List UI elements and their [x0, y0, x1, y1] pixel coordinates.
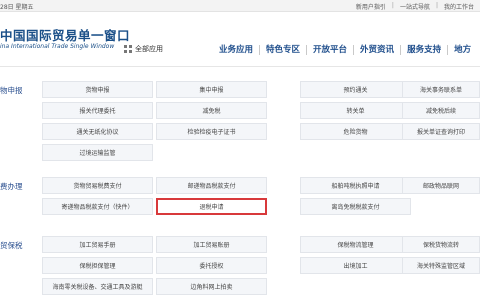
separator: | — [391, 2, 394, 9]
app-button[interactable]: 集中申报 — [156, 81, 267, 98]
one-stop-nav-link[interactable]: 一站式导航 — [400, 2, 430, 11]
app-button[interactable]: 出境加工 — [300, 257, 411, 274]
app-button[interactable]: 危险货物 — [300, 123, 411, 140]
header-divider — [0, 66, 480, 67]
nav-open-platform[interactable]: 开放平台 — [306, 45, 353, 55]
app-button[interactable]: 寄递物品税款支付（快件） — [42, 198, 153, 215]
main-nav: 业务应用 特色专区 开放平台 外贸资讯 服务支持 地方 — [219, 45, 477, 55]
site-title[interactable]: 中国国际贸易单一窗口 — [0, 25, 130, 44]
app-button[interactable]: 预约通关 — [300, 81, 411, 98]
app-button[interactable]: 海关特殊监管区域 — [402, 257, 480, 274]
app-button[interactable]: 边角料网上拍卖 — [156, 278, 267, 295]
top-bar: 28日 星期五 新用户指引 | 一站式导航 | 我的工作台 — [0, 0, 480, 12]
app-button[interactable]: 通关无纸化协议 — [42, 123, 153, 140]
app-button[interactable]: 保税担保管理 — [42, 257, 153, 274]
grid-icon — [124, 45, 132, 53]
tax-refund-app-button[interactable]: 退税申请 — [156, 198, 267, 215]
my-workbench-link[interactable]: 我的工作台 — [444, 2, 474, 11]
app-button[interactable]: 减免税 — [156, 102, 267, 119]
nav-trade-news[interactable]: 外贸资讯 — [353, 45, 400, 55]
app-button[interactable]: 海关事务联系单 — [402, 81, 480, 98]
app-button[interactable]: 委托授权 — [156, 257, 267, 274]
app-button[interactable]: 加工贸易手册 — [42, 236, 153, 253]
separator: | — [435, 2, 438, 9]
app-button[interactable]: 货物贸易税费支付 — [42, 177, 153, 194]
site-subtitle: ina International Trade Single Window — [0, 43, 115, 50]
section-title: 费办理 — [0, 182, 23, 191]
all-apps-label: 全部应用 — [135, 45, 163, 53]
app-button[interactable]: 报关单证查询打印 — [402, 123, 480, 140]
app-button[interactable]: 离岛免税税款支付 — [300, 198, 411, 215]
date-text: 28日 星期五 — [0, 4, 34, 11]
app-button[interactable]: 检验检疫电子证书 — [156, 123, 267, 140]
app-button[interactable]: 船舶吨税执照申请 — [300, 177, 411, 194]
app-button[interactable]: 减免税后续 — [402, 102, 480, 119]
nav-service-support[interactable]: 服务支持 — [400, 45, 447, 55]
app-button[interactable]: 报关代理委托 — [42, 102, 153, 119]
app-button[interactable]: 保税物流管理 — [300, 236, 411, 253]
nav-business-apps[interactable]: 业务应用 — [219, 45, 259, 55]
nav-local[interactable]: 地方 — [447, 45, 477, 55]
app-button[interactable]: 加工贸易账册 — [156, 236, 267, 253]
all-apps-button[interactable]: 全部应用 — [124, 44, 163, 54]
app-button[interactable]: 海南零关税设备、交通工具及游艇 — [42, 278, 153, 295]
app-button[interactable]: 货物申报 — [42, 81, 153, 98]
top-links: 新用户指引 | 一站式导航 | 我的工作台 — [356, 2, 474, 11]
app-button[interactable]: 邮递物品税款支付 — [156, 177, 267, 194]
new-user-guide-link[interactable]: 新用户指引 — [356, 2, 386, 11]
app-button[interactable]: 过境运输监管 — [42, 144, 153, 161]
nav-featured[interactable]: 特色专区 — [259, 45, 306, 55]
section-title: 物申报 — [0, 86, 23, 95]
app-button[interactable]: 邮政物品联网 — [402, 177, 480, 194]
section-title: 贸保税 — [0, 241, 23, 250]
app-button[interactable]: 保税货物流转 — [402, 236, 480, 253]
app-button[interactable]: 转关单 — [300, 102, 411, 119]
